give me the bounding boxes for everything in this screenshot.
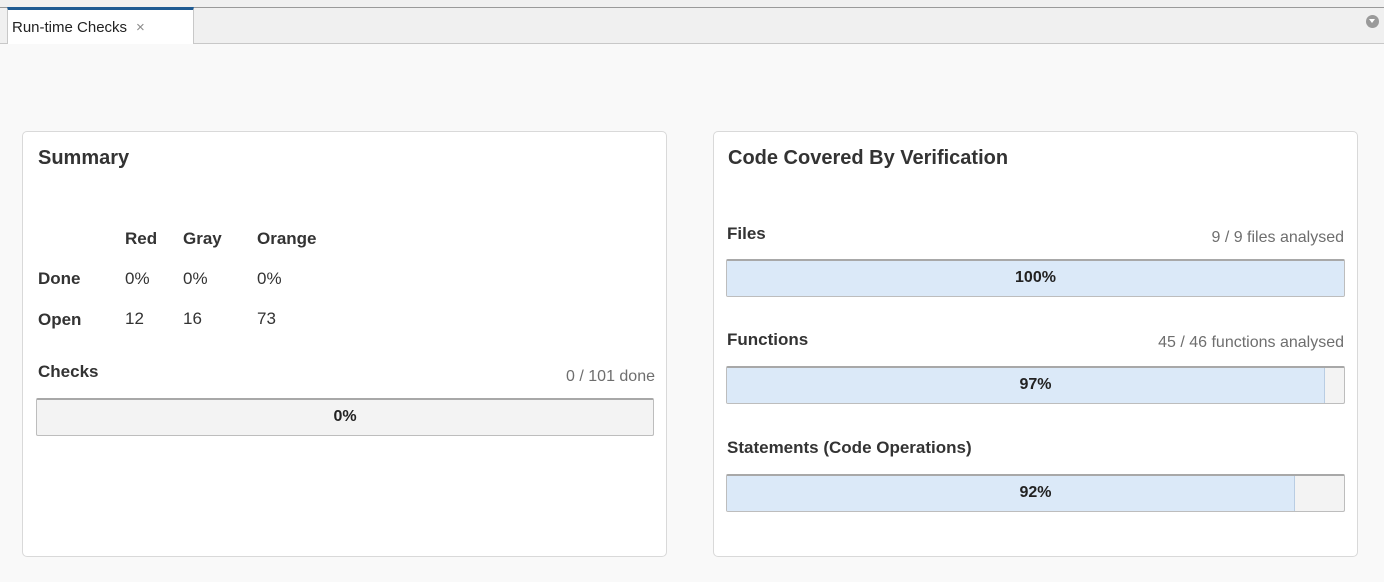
files-progress-label: 100% xyxy=(1015,268,1056,286)
open-orange-value: 73 xyxy=(257,309,276,328)
files-progress-bar: 100% xyxy=(726,259,1345,297)
done-red-value: 0% xyxy=(125,269,150,288)
close-icon[interactable]: × xyxy=(136,19,145,36)
done-gray-value: 0% xyxy=(183,269,208,288)
summary-panel: Summary Red Gray Orange Done 0% 0% 0% Op… xyxy=(22,131,667,557)
statements-label: Statements (Code Operations) xyxy=(727,438,972,457)
summary-title: Summary xyxy=(38,147,130,169)
functions-label: Functions xyxy=(727,330,809,349)
row-label-done: Done xyxy=(38,269,81,288)
functions-progress-label: 97% xyxy=(1019,375,1052,393)
functions-progress-bar: 97% xyxy=(726,366,1345,404)
code-coverage-panel: Code Covered By Verification Files 9 / 9… xyxy=(713,131,1358,557)
done-orange-value: 0% xyxy=(257,269,282,288)
tab-strip-divider xyxy=(0,43,1384,44)
files-analysed-count: 9 / 9 files analysed xyxy=(1211,229,1344,246)
tab-strip: Run-time Checks × xyxy=(0,0,1384,44)
tab-menu-chevron-icon[interactable] xyxy=(1366,15,1379,28)
open-red-value: 12 xyxy=(125,309,144,328)
files-label: Files xyxy=(727,224,766,243)
column-header-red: Red xyxy=(125,229,158,248)
column-header-gray: Gray xyxy=(183,229,222,248)
functions-analysed-count: 45 / 46 functions analysed xyxy=(1158,334,1344,351)
tab-label: Run-time Checks xyxy=(12,18,128,36)
checks-label: Checks xyxy=(38,362,99,381)
checks-progress-bar: 0% xyxy=(36,398,654,436)
tab-run-time-checks[interactable]: Run-time Checks × xyxy=(7,7,194,44)
statements-progress-label: 92% xyxy=(1019,483,1052,501)
checks-progress-label: 0% xyxy=(333,407,357,425)
row-label-open: Open xyxy=(38,310,82,329)
checks-done-count: 0 / 101 done xyxy=(566,368,655,385)
coverage-title: Code Covered By Verification xyxy=(728,147,1009,169)
statements-progress-bar: 92% xyxy=(726,474,1345,512)
column-header-orange: Orange xyxy=(257,229,317,248)
tab-strip-line xyxy=(0,7,1384,8)
open-gray-value: 16 xyxy=(183,309,202,328)
